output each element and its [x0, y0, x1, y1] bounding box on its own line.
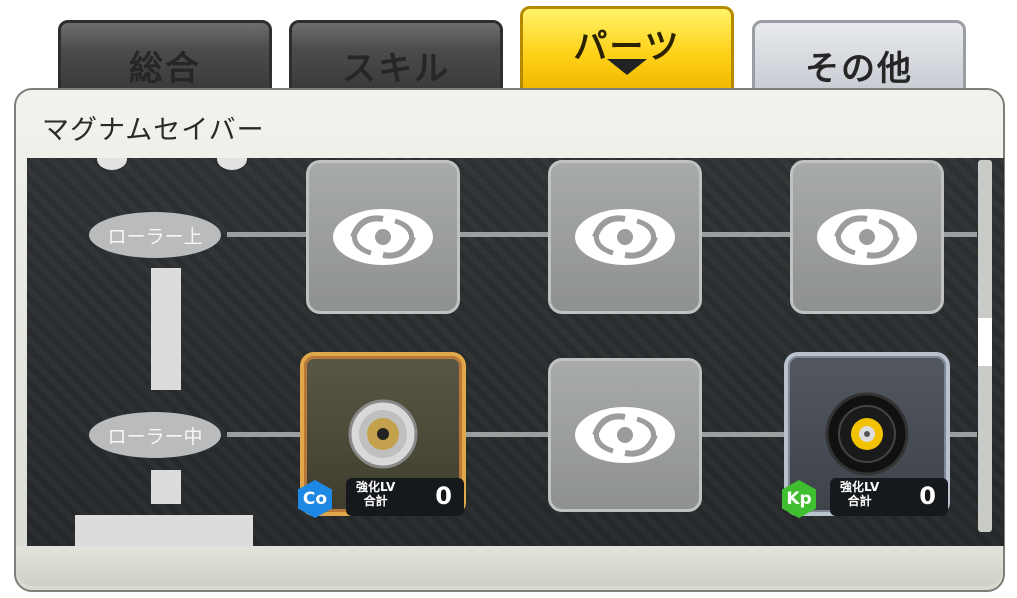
empty-slot-swirl-icon: [575, 407, 675, 463]
empty-slot-swirl-icon: [817, 209, 917, 265]
node-roller-middle: ローラー中: [89, 412, 221, 458]
part-type-badge-text: Kp: [786, 489, 812, 509]
part-slot-equipped[interactable]: Co 強化LV 合計 0: [298, 352, 466, 518]
tree-connector-dot: [217, 158, 247, 170]
panel-footer: [16, 546, 1003, 586]
parts-tree: ローラー上 ローラー中 Co 強化LV 合計 0 Kp 強化LV 合計 0: [27, 158, 1004, 546]
enhance-level-value: 0: [435, 482, 452, 510]
node-roller-top: ローラー上: [89, 212, 221, 258]
part-type-badge: Kp: [782, 480, 816, 518]
node-roller-middle-label: ローラー中: [107, 425, 203, 448]
part-slot-equipped[interactable]: Kp 強化LV 合計 0: [782, 352, 950, 518]
scrollbar-thumb[interactable]: [978, 318, 992, 366]
tab-skill[interactable]: スキル: [289, 20, 503, 92]
empty-slot-swirl-icon: [575, 209, 675, 265]
tree-trunk-base: [75, 515, 253, 546]
node-roller-top-label: ローラー上: [107, 225, 203, 248]
part-slot-empty[interactable]: [790, 160, 944, 314]
tree-trunk: [151, 470, 181, 504]
enhance-level-label: 強化LV 合計: [356, 480, 395, 508]
tab-parts[interactable]: パーツ: [520, 6, 734, 92]
tree-connector-dot: [97, 158, 127, 170]
tab-overall-label: 総合: [129, 49, 201, 89]
part-slot-empty[interactable]: [548, 358, 702, 512]
part-slot-empty[interactable]: [548, 160, 702, 314]
part-slot-empty[interactable]: [306, 160, 460, 314]
enhance-level-label-line1: 強化LV: [356, 480, 396, 494]
empty-slot-swirl-icon: [333, 209, 433, 265]
tab-other-label: その他: [805, 49, 913, 89]
active-tab-arrow-icon: [607, 59, 647, 75]
part-type-badge: Co: [298, 480, 332, 518]
enhance-level-box: 強化LV 合計 0: [346, 478, 464, 516]
enhance-level-value: 0: [919, 482, 936, 510]
enhance-level-label-line2: 合計: [363, 494, 388, 508]
enhance-level-label-line2: 合計: [847, 494, 872, 508]
roller-part-icon: [348, 399, 418, 469]
tab-skill-label: スキル: [342, 49, 450, 89]
enhance-level-box: 強化LV 合計 0: [830, 478, 948, 516]
tab-overall[interactable]: 総合: [58, 20, 272, 92]
part-type-badge-text: Co: [302, 489, 328, 509]
tree-trunk: [151, 268, 181, 390]
enhance-level-label-line1: 強化LV: [840, 480, 880, 494]
enhance-level-label: 強化LV 合計: [840, 480, 879, 508]
tab-other[interactable]: その他: [752, 20, 966, 92]
panel-title: マグナムセイバー: [42, 115, 265, 146]
roller-part-icon: [825, 392, 909, 476]
